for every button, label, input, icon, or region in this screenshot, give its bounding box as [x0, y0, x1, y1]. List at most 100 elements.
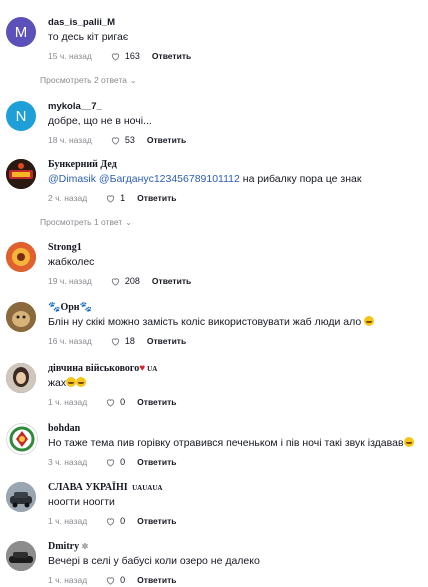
heart-outline-icon [106, 576, 115, 585]
heart-outline-icon [111, 52, 120, 61]
paw-icon: 🐾 [79, 302, 93, 313]
comment-username[interactable]: дівчина військового♥ UA [48, 363, 424, 375]
comment-time: 1 ч. назад [48, 575, 88, 585]
comment-text: ноогти ноогти [48, 496, 115, 508]
laughing-emoji-icon [66, 377, 77, 387]
comment-text-body: жах [48, 377, 67, 389]
avatar-image [6, 242, 36, 272]
like-count: 0 [120, 457, 126, 467]
comment-time: 2 ч. назад [48, 193, 88, 203]
comment-text: то десь кіт ригає [48, 31, 129, 43]
comment-time: 1 ч. назад [48, 516, 88, 526]
reply-button[interactable]: Ответить [147, 336, 186, 346]
mention-link[interactable]: @Багданус123456789101112 [99, 173, 240, 185]
avatar[interactable]: N [6, 101, 36, 131]
comment-time: 15 ч. назад [48, 51, 92, 61]
heart-icon: ♥ [139, 363, 146, 374]
comment-username[interactable]: bohdan [48, 423, 424, 435]
laughing-emoji-icon [403, 437, 414, 447]
heart-outline-icon [111, 136, 120, 145]
view-replies-label: Просмотреть 1 ответ [40, 217, 123, 227]
reply-button[interactable]: Ответить [137, 516, 176, 526]
heart-outline-icon [106, 194, 115, 203]
comment-username[interactable]: das_is_palii_M [48, 17, 424, 29]
heart-outline-icon [106, 517, 115, 526]
like-button[interactable]: 0 [105, 516, 125, 527]
like-button[interactable]: 0 [105, 397, 125, 408]
laughing-emoji-icon [364, 316, 375, 326]
username-text: Dmitry [48, 541, 80, 552]
reply-button[interactable]: Ответить [147, 135, 186, 145]
comment-text: Но таже тема пив горівку отравився печен… [48, 436, 424, 450]
avatar[interactable]: M [6, 17, 36, 47]
comment-time: 3 ч. назад [48, 457, 88, 467]
username-badge: UAUAUA [132, 484, 163, 492]
username-text: Орн [60, 302, 80, 313]
comment-text: Вечері в селі у бабусі коли озеро не дал… [48, 555, 260, 567]
avatar-image [6, 541, 36, 571]
chevron-down-icon: ⌄ [125, 218, 132, 227]
comment-text: жабколес [48, 256, 95, 268]
avatar-image [8, 425, 36, 453]
username-text: СЛАВА УКРАЇНІ [48, 482, 128, 493]
like-button[interactable]: 18 [110, 336, 135, 347]
comment-username[interactable]: Бункерний Дед [48, 159, 424, 171]
flower-icon: ✲ [81, 542, 89, 551]
comment-text-body: Но таже тема пив горівку отравився печен… [48, 437, 404, 449]
reply-button[interactable]: Ответить [152, 276, 191, 286]
like-count: 18 [124, 336, 135, 346]
avatar-image [6, 159, 36, 189]
comment-text: @Dimasik @Багданус123456789101112 на риб… [48, 172, 424, 186]
like-count: 0 [120, 516, 126, 526]
reply-button[interactable]: Ответить [152, 51, 191, 61]
comment-time: 1 ч. назад [48, 397, 88, 407]
comment-username[interactable]: Dmitry ✲ [48, 541, 424, 553]
comment-text-body: Блін ну скікі можно замість коліс викори… [48, 316, 362, 328]
comment-username[interactable]: mykola__7_ [48, 101, 424, 113]
like-count: 163 [124, 51, 140, 61]
comment-text: жах [48, 376, 424, 390]
like-count: 1 [120, 193, 126, 203]
avatar-image [6, 482, 36, 512]
like-count: 0 [120, 575, 126, 585]
chevron-down-icon: ⌄ [129, 76, 137, 85]
username-text: дівчина військового [48, 363, 140, 374]
comment-username[interactable]: 🐾Орн🐾 [48, 302, 424, 314]
reply-button[interactable]: Ответить [137, 575, 176, 585]
like-button[interactable]: 1 [105, 193, 125, 204]
comment-time: 19 ч. назад [48, 276, 92, 286]
heart-outline-icon [106, 398, 115, 407]
reply-button[interactable]: Ответить [137, 397, 176, 407]
avatar[interactable] [6, 482, 36, 512]
laughing-emoji-icon [76, 377, 87, 387]
comment-username[interactable]: СЛАВА УКРАЇНІ UAUAUA [48, 482, 424, 494]
reply-button[interactable]: Ответить [137, 457, 176, 467]
view-replies-link[interactable]: Просмотреть 2 ответа ⌄ [40, 75, 137, 85]
like-count: 53 [124, 135, 135, 145]
avatar[interactable] [6, 363, 36, 393]
mention-link[interactable]: @Dimasik [48, 173, 96, 185]
avatar-letter: M [14, 23, 28, 41]
comment-time: 16 ч. назад [48, 336, 92, 346]
like-button[interactable]: 208 [110, 276, 140, 287]
reply-button[interactable]: Ответить [137, 193, 176, 203]
view-replies-label: Просмотреть 2 ответа [40, 75, 127, 85]
heart-outline-icon [111, 337, 120, 346]
avatar[interactable] [6, 423, 38, 455]
like-count: 208 [124, 276, 140, 286]
like-button[interactable]: 0 [105, 457, 125, 468]
comment-username[interactable]: Strong1 [48, 242, 424, 254]
avatar[interactable] [6, 159, 36, 189]
username-badge: UA [147, 365, 158, 373]
like-button[interactable]: 53 [110, 135, 135, 146]
like-button[interactable]: 163 [110, 51, 140, 62]
heart-outline-icon [111, 277, 120, 286]
avatar[interactable] [6, 242, 36, 272]
avatar[interactable] [6, 541, 36, 571]
like-button[interactable]: 0 [105, 575, 125, 586]
view-replies-link[interactable]: Просмотреть 1 ответ ⌄ [40, 217, 132, 227]
like-count: 0 [120, 397, 126, 407]
heart-outline-icon [106, 458, 115, 467]
avatar[interactable] [6, 302, 36, 332]
avatar-image [6, 363, 36, 393]
